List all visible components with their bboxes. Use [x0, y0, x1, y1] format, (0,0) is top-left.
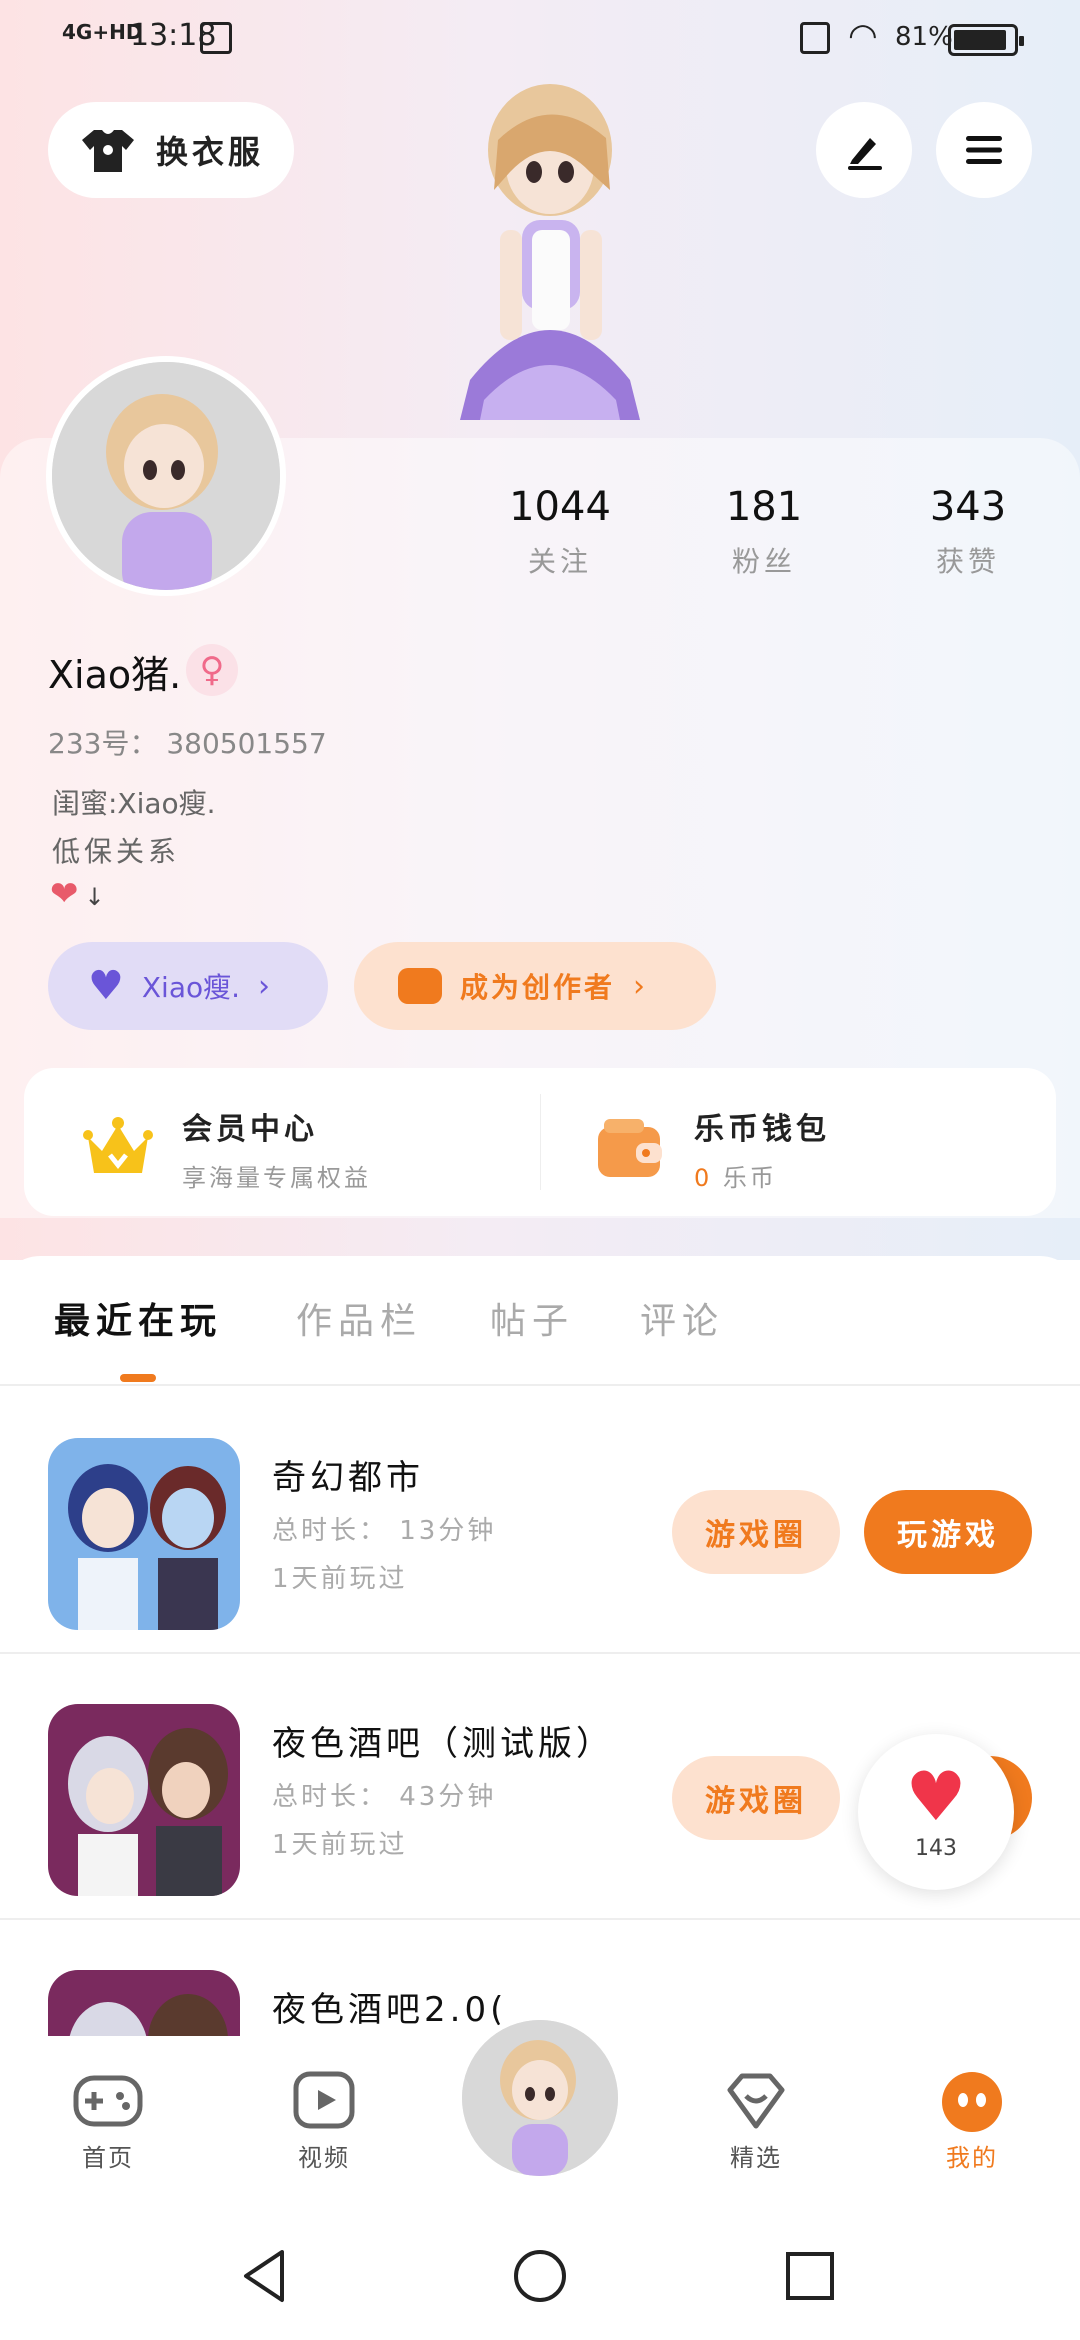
featured-icon: [727, 2073, 785, 2129]
member-center-title: 会员中心: [182, 1112, 318, 1147]
game-title: 夜色酒吧2.0(: [272, 1990, 508, 2030]
vibrate-icon: [800, 22, 830, 54]
menu-icon: [966, 136, 1002, 164]
gamepad-icon: [398, 968, 442, 1004]
tab-works[interactable]: 作品栏: [296, 1292, 422, 1344]
likes-stat[interactable]: 343 获赞: [888, 484, 1048, 580]
game-title: 夜色酒吧（测试版）: [272, 1724, 614, 1764]
nav-video[interactable]: 视频: [264, 2070, 384, 2173]
wallet-unit: 乐币: [722, 1164, 777, 1192]
game-duration: 总时长： 43分钟: [272, 1782, 497, 1812]
female-gender-icon: ♀: [186, 644, 238, 696]
video-icon: [293, 2071, 355, 2129]
game-cover-image: [48, 1438, 240, 1630]
chevron-right-icon: ›: [258, 968, 271, 1004]
wallet-amount: 0: [694, 1164, 713, 1192]
system-navigation-bar: [0, 2210, 1080, 2340]
wallet-icon: [598, 1118, 662, 1177]
recents-icon[interactable]: [780, 2246, 840, 2306]
wallet-title: 乐币钱包: [694, 1112, 830, 1147]
nav-featured[interactable]: 精选: [696, 2070, 816, 2173]
bio-line-1: 闺蜜:Xiao瘦.: [52, 787, 216, 820]
become-creator-label: 成为创作者: [460, 971, 616, 1004]
game-circle-button[interactable]: 游戏圈: [672, 1490, 840, 1574]
followers-stat[interactable]: 181 粉丝: [684, 484, 844, 580]
followers-label: 粉丝: [731, 545, 796, 578]
purple-heart-icon: ♥: [88, 963, 124, 1009]
game-thumbnail[interactable]: [48, 1438, 240, 1630]
tab-bar: 最近在玩 作品栏 帖子 评论: [0, 1256, 1080, 1386]
following-stat[interactable]: 1044 关注: [480, 484, 640, 580]
game-title: 奇幻都市: [272, 1458, 424, 1498]
member-center[interactable]: 会员中心 享海量专属权益: [80, 1104, 371, 1193]
shirt-icon: [80, 126, 136, 174]
tab-recently-played[interactable]: 最近在玩: [54, 1292, 222, 1344]
play-game-button[interactable]: 玩游戏: [864, 1490, 1032, 1574]
avatar-image: [52, 362, 280, 590]
divider: [540, 1094, 541, 1190]
following-count: 1044: [509, 484, 611, 530]
game-circle-button[interactable]: 游戏圈: [672, 1756, 840, 1840]
like-count: 143: [915, 1835, 957, 1861]
change-outfit-button[interactable]: 换衣服: [48, 102, 294, 198]
game-duration: 总时长： 13分钟: [272, 1516, 497, 1546]
down-arrow-icon: ↓: [84, 883, 105, 911]
nav-home-label: 首页: [82, 2144, 134, 2172]
nav-home[interactable]: 首页: [48, 2070, 168, 2173]
status-bar: 4G+HD 13:18 ◠ 81%: [0, 0, 1080, 80]
home-icon[interactable]: [510, 2246, 570, 2306]
wifi-icon: ◠: [848, 16, 878, 56]
best-friend-pill[interactable]: ♥ Xiao瘦. ›: [48, 942, 328, 1030]
back-icon[interactable]: [236, 2246, 296, 2306]
nav-profile-label: 我的: [946, 2144, 998, 2172]
avatar-image: [462, 2020, 618, 2176]
user-id: 233号： 380501557: [48, 727, 327, 760]
crown-icon: [83, 1116, 153, 1173]
game-cover-image: [48, 1704, 240, 1896]
edit-button[interactable]: [816, 102, 912, 198]
gamepad-icon: [73, 2075, 143, 2127]
battery-percent: 81%: [895, 22, 953, 52]
tab-posts[interactable]: 帖子: [490, 1292, 574, 1344]
vip-card: 会员中心 享海量专属权益 乐币钱包 0 乐币: [24, 1068, 1056, 1216]
notification-app-icon: [200, 22, 232, 54]
username: Xiao猪.: [48, 653, 182, 697]
battery-icon: [948, 24, 1024, 56]
nav-featured-label: 精选: [730, 2144, 782, 2172]
likes-label: 获赞: [935, 545, 1000, 578]
tab-indicator: [120, 1374, 156, 1382]
tab-comments[interactable]: 评论: [640, 1292, 724, 1344]
wallet[interactable]: 乐币钱包 0 乐币: [592, 1104, 830, 1193]
nav-video-label: 视频: [298, 2144, 350, 2172]
nav-center-avatar[interactable]: [456, 2014, 624, 2182]
menu-button[interactable]: [936, 102, 1032, 198]
likes-count: 343: [929, 484, 1007, 530]
wallet-balance: 0 乐币: [694, 1158, 830, 1193]
become-creator-button[interactable]: 成为创作者 ›: [354, 942, 716, 1030]
heart-icon: ♥: [905, 1757, 967, 1837]
edit-pen-icon: [848, 138, 882, 170]
change-outfit-label: 换衣服: [156, 133, 265, 171]
game-last-played: 1天前玩过: [272, 1830, 408, 1860]
bio-line-3: ❤ ↓: [50, 874, 105, 914]
followers-count: 181: [725, 484, 803, 530]
bio-line-2: 低保关系: [52, 835, 181, 868]
chevron-right-icon: ›: [633, 968, 649, 1004]
following-label: 关注: [527, 545, 592, 578]
game-thumbnail[interactable]: [48, 1704, 240, 1896]
heart-emoji-icon: ❤: [50, 874, 79, 914]
game-last-played: 1天前玩过: [272, 1564, 408, 1594]
profile-icon: [942, 2072, 1002, 2132]
nav-profile[interactable]: 我的: [912, 2070, 1032, 2173]
profile-avatar[interactable]: [46, 356, 286, 596]
member-center-subtitle: 享海量专属权益: [182, 1164, 371, 1192]
floating-like-button[interactable]: ♥ 143: [858, 1734, 1014, 1890]
game-row[interactable]: 奇幻都市 总时长： 13分钟 1天前玩过 游戏圈 玩游戏: [0, 1388, 1080, 1654]
best-friend-name: Xiao瘦.: [141, 971, 241, 1004]
character-avatar-illustration[interactable]: [410, 80, 680, 440]
